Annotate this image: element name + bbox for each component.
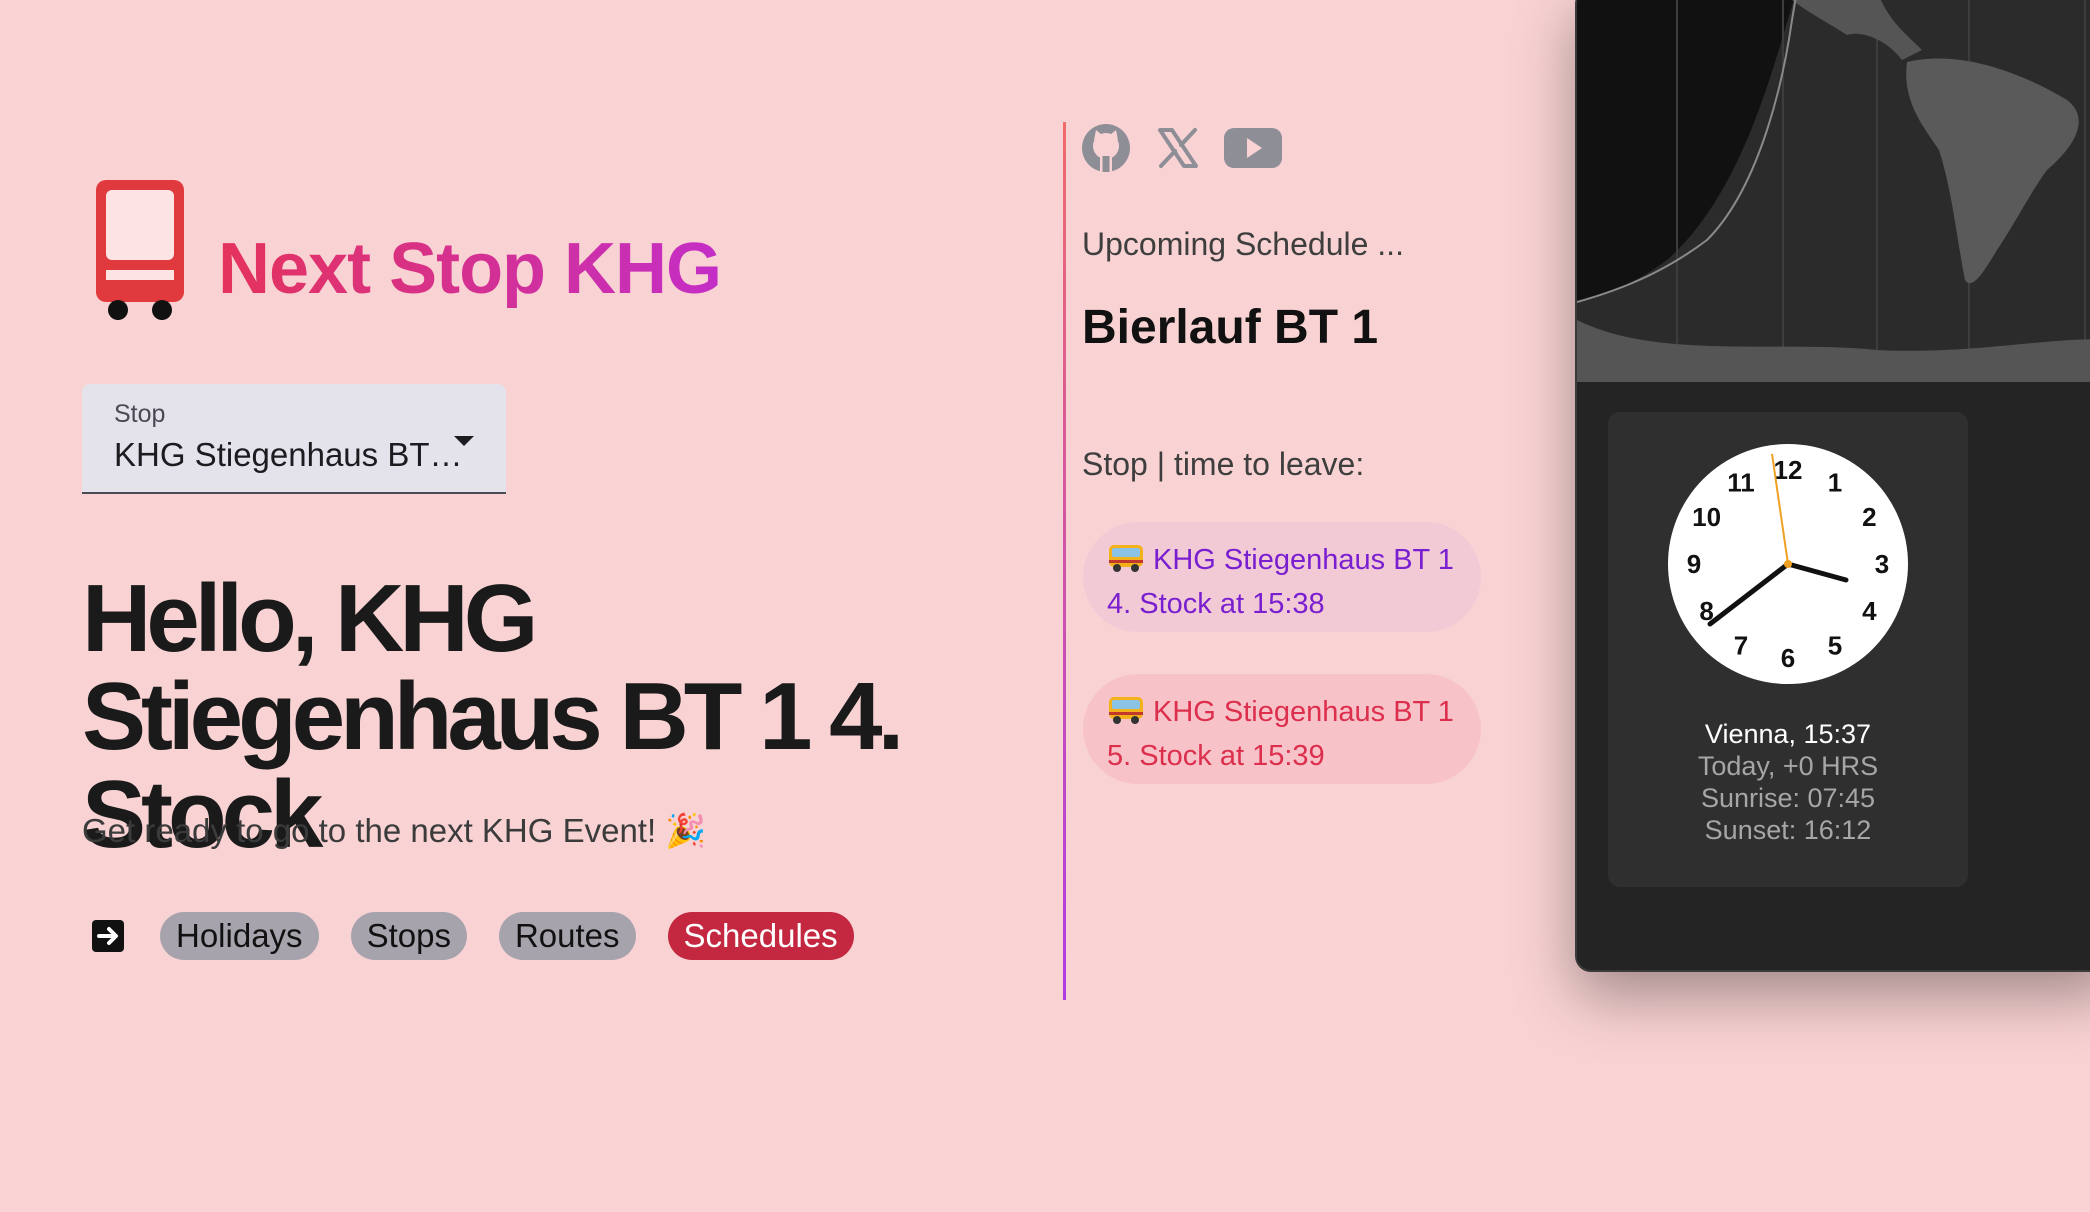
clock-city-time: Vienna, 15:37 [1704, 719, 1872, 749]
x-icon[interactable] [1154, 124, 1202, 172]
upcoming-schedule-heading: Upcoming Schedule ... [1082, 226, 1404, 262]
nav-chip-routes[interactable]: Routes [498, 912, 636, 960]
clock-sunrise: Sunrise: 07:45 [1700, 783, 1876, 813]
schedule-stop-name: KHG Stiegenhaus BT 1 [1153, 696, 1454, 728]
stop-time-heading: Stop | time to leave: [1082, 446, 1365, 482]
column-divider [1063, 122, 1066, 1000]
greeting-subtitle: Get ready to go to the next KHG Event! 🎉 [82, 812, 707, 849]
clock-numeral: 9 [1687, 549, 1701, 579]
clock-offset: Today, +0 HRS [1697, 751, 1879, 781]
stop-dropdown[interactable]: Stop KHG Stiegenhaus BT… [82, 384, 506, 494]
social-links [1080, 122, 1304, 174]
bus-icon [1109, 697, 1143, 724]
clock-sunset: Sunset: 16:12 [1704, 815, 1872, 845]
clock-numeral: 5 [1828, 630, 1842, 660]
nav-chip-schedules[interactable]: Schedules [667, 912, 854, 960]
nav-chip-stops[interactable]: Stops [350, 912, 467, 960]
schedule-stop-time: 4. Stock at 15:38 [1107, 588, 1325, 620]
nav-chip-holidays[interactable]: Holidays [160, 912, 319, 960]
stop-dropdown-label: Stop [114, 400, 166, 428]
world-clock-card[interactable]: 12 1 2 3 4 5 6 7 8 9 10 11 Vienna, 15:37 Today, +0 … [1608, 412, 1968, 887]
clock-numeral: 11 [1727, 468, 1755, 498]
world-clock-window: 12 1 2 3 4 5 6 7 8 9 10 11 Vienna, 15:37 Today, +0 … [1575, 0, 2090, 972]
main-nav: Holidays Stops Routes Schedules [82, 912, 886, 960]
clock-numeral: 6 [1781, 643, 1795, 673]
caret-down-icon [454, 436, 474, 446]
clock-numeral: 10 [1692, 502, 1721, 532]
youtube-icon[interactable] [1224, 126, 1282, 170]
schedule-item[interactable]: KHG Stiegenhaus BT 1 5. Stock at 15:39 [1083, 674, 1481, 784]
clock-numeral: 4 [1862, 596, 1877, 626]
schedule-item[interactable]: KHG Stiegenhaus BT 1 4. Stock at 15:38 [1083, 522, 1481, 632]
clock-numeral: 7 [1734, 630, 1748, 660]
clock-numeral: 3 [1875, 549, 1889, 579]
world-map [1577, 0, 2090, 382]
clock-numeral: 2 [1862, 502, 1876, 532]
clock-numeral: 1 [1828, 468, 1842, 498]
arrow-right-box-icon[interactable] [88, 916, 128, 956]
schedule-stop-name: KHG Stiegenhaus BT 1 [1153, 544, 1454, 576]
event-title: Bierlauf BT 1 [1082, 301, 1379, 354]
stop-dropdown-value: KHG Stiegenhaus BT… [114, 436, 463, 473]
brand-title: Next Stop KHG [218, 229, 722, 309]
analog-clock-face: 12 1234567891011 [1668, 444, 1908, 684]
bus-icon [1109, 545, 1143, 572]
clock-numeral: 12 [1774, 455, 1803, 485]
schedule-stop-time: 5. Stock at 15:39 [1107, 740, 1325, 772]
bus-stop-logo-icon [96, 180, 184, 320]
github-icon[interactable] [1080, 122, 1132, 174]
